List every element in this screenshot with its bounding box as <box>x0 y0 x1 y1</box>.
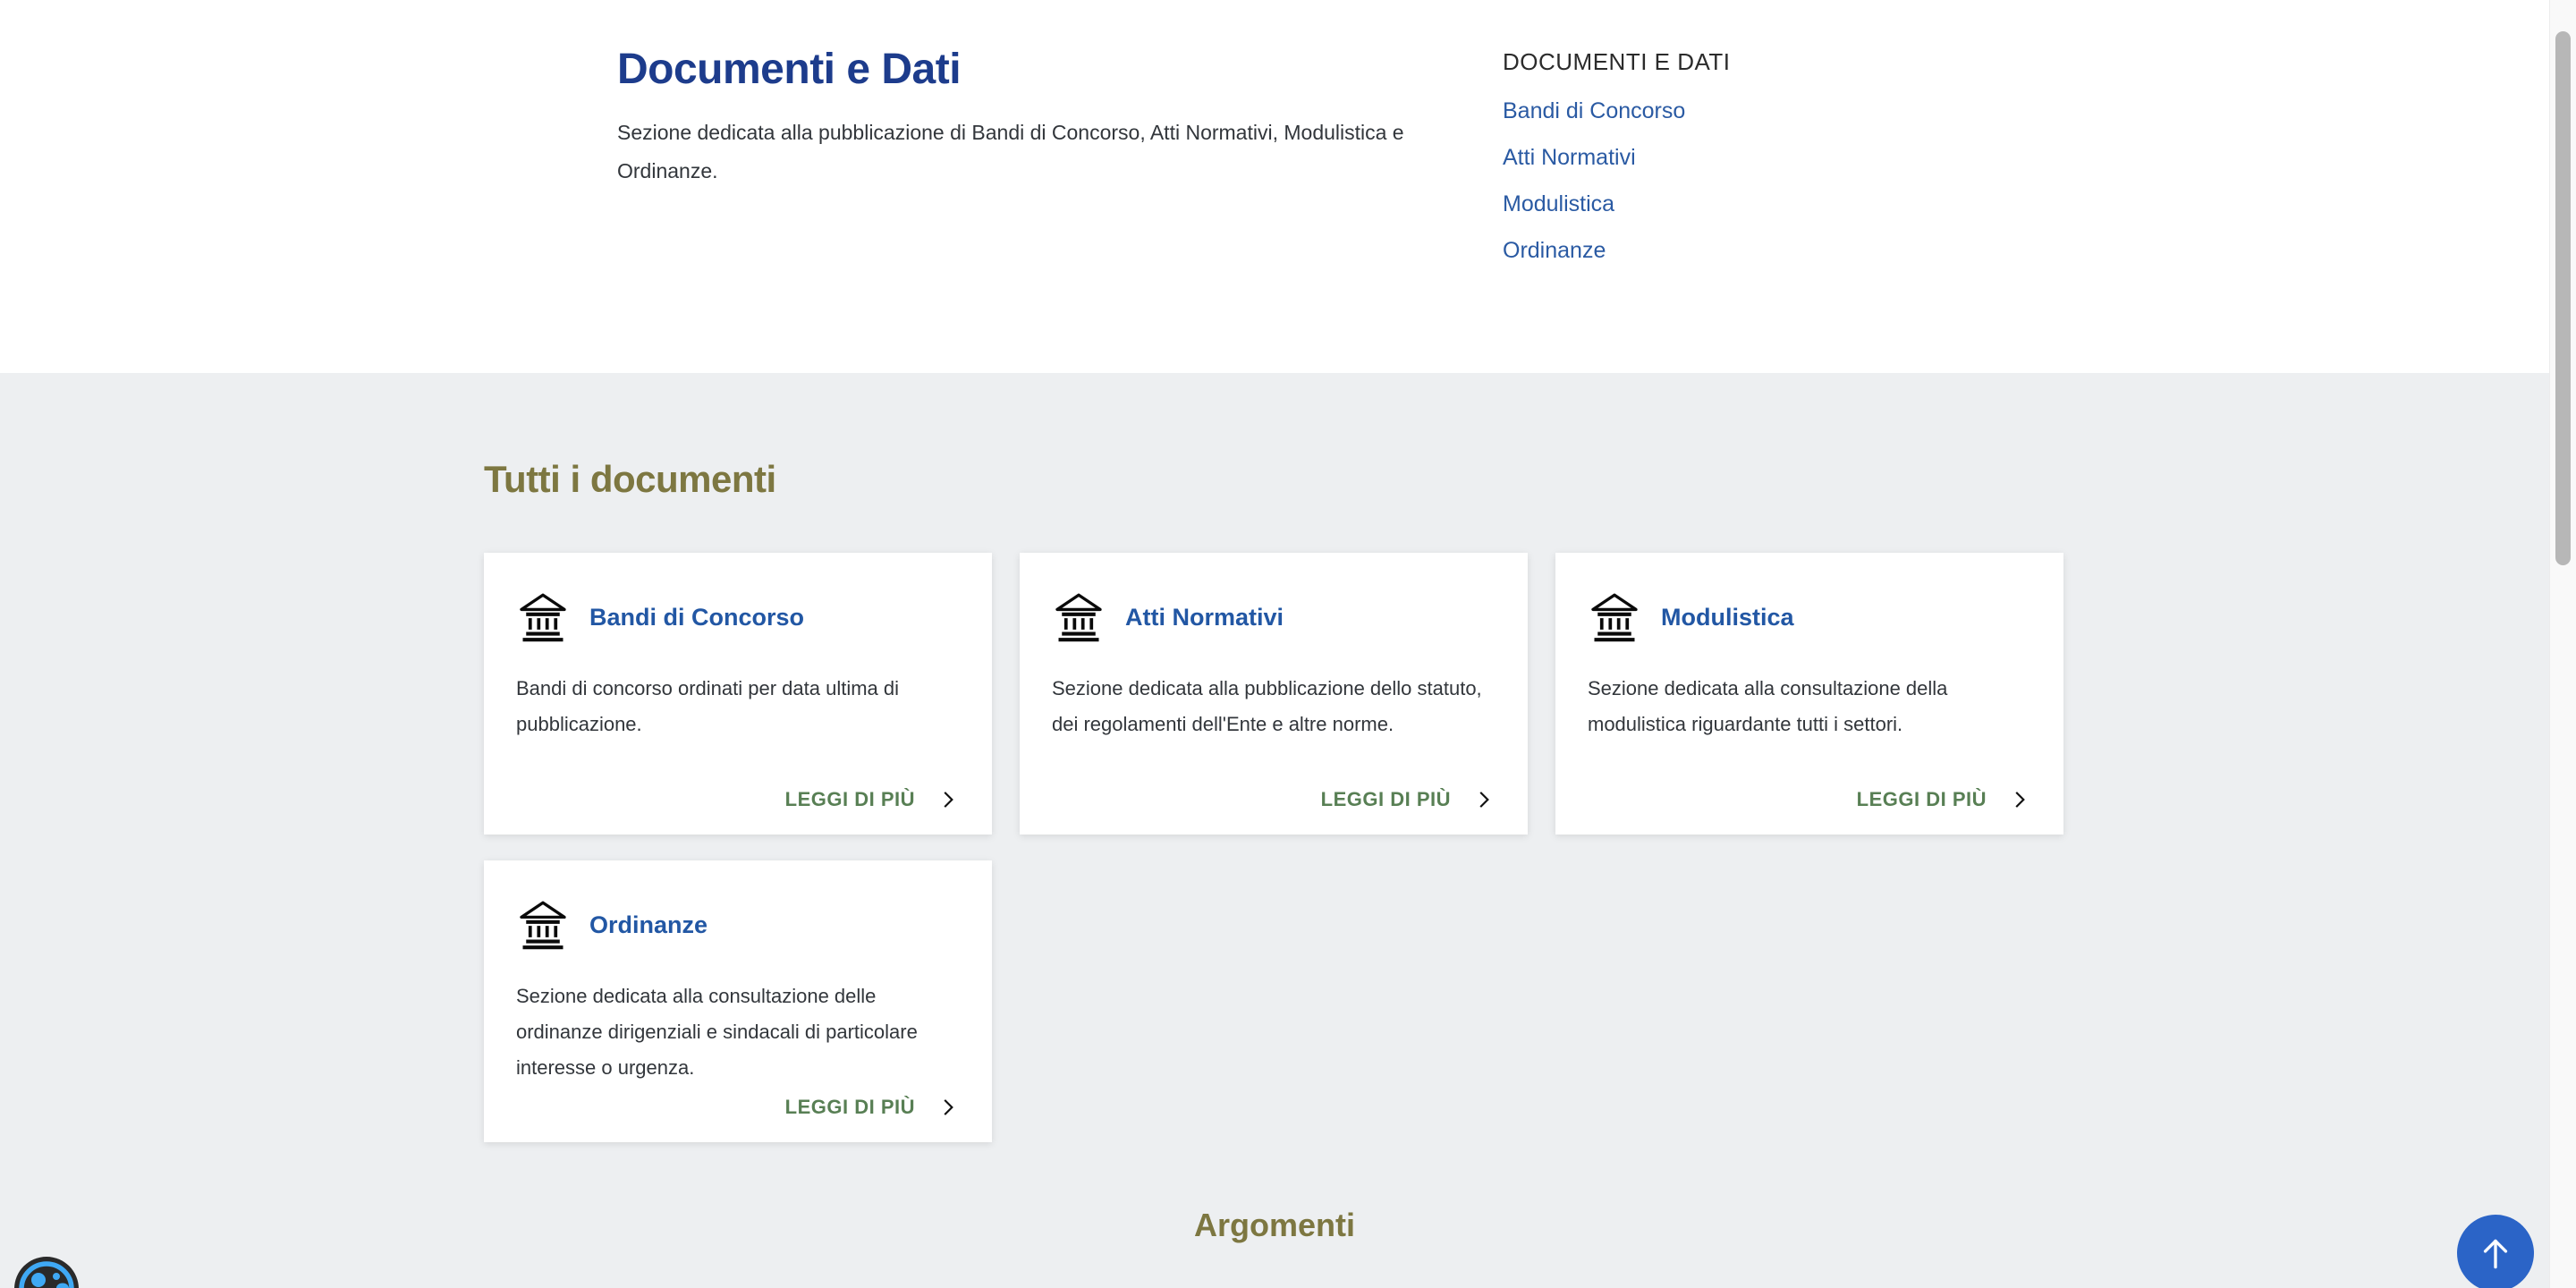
read-more-label: LEGGI DI PIÙ <box>785 1096 915 1119</box>
card-description: Sezione dedicata alla consultazione dell… <box>1588 671 2031 742</box>
chevron-right-icon <box>936 788 960 811</box>
card-description: Sezione dedicata alla pubblicazione dell… <box>1052 671 1496 742</box>
card-description: Sezione dedicata alla consultazione dell… <box>516 979 960 1086</box>
index-heading: DOCUMENTI E DATI <box>1503 48 2004 76</box>
card-modulistica: Modulistica Sezione dedicata alla consul… <box>1555 553 2063 835</box>
hero-section: Documenti e Dati Sezione dedicata alla p… <box>0 0 2549 373</box>
card-description: Bandi di concorso ordinati per data ulti… <box>516 671 960 742</box>
card-title[interactable]: Modulistica <box>1661 604 1794 631</box>
page-title: Documenti e Dati <box>617 45 1476 94</box>
card-atti-normativi: Atti Normativi Sezione dedicata alla pub… <box>1020 553 1528 835</box>
content-area: Documenti e Dati Sezione dedicata alla p… <box>0 0 2549 1288</box>
read-more-label: LEGGI DI PIÙ <box>1321 788 1451 811</box>
index-link-ordinanze[interactable]: Ordinanze <box>1503 239 2004 263</box>
index-link-atti-normativi[interactable]: Atti Normativi <box>1503 146 2004 170</box>
index-link-bandi-di-concorso[interactable]: Bandi di Concorso <box>1503 99 2004 123</box>
scrollbar-track[interactable] <box>2549 0 2576 1288</box>
card-title[interactable]: Atti Normativi <box>1125 604 1284 631</box>
bank-icon <box>516 590 570 644</box>
card-title[interactable]: Ordinanze <box>589 911 708 939</box>
chevron-right-icon <box>1472 788 1496 811</box>
card-ordinanze: Ordinanze Sezione dedicata alla consulta… <box>484 860 992 1142</box>
chevron-right-icon <box>936 1096 960 1119</box>
card-title[interactable]: Bandi di Concorso <box>589 604 804 631</box>
page: Documenti e Dati Sezione dedicata alla p… <box>0 0 2576 1288</box>
read-more-link[interactable]: LEGGI DI PIÙ <box>1321 788 1496 811</box>
cards-grid: Bandi di Concorso Bandi di concorso ordi… <box>484 553 2065 1142</box>
read-more-link[interactable]: LEGGI DI PIÙ <box>1857 788 2031 811</box>
section-index-nav: DOCUMENTI E DATI Bandi di Concorso Atti … <box>1503 45 2004 285</box>
chevron-right-icon <box>2008 788 2031 811</box>
accessibility-widget-icon[interactable] <box>12 1254 81 1288</box>
bank-icon <box>1052 590 1106 644</box>
read-more-link[interactable]: LEGGI DI PIÙ <box>785 1096 960 1119</box>
scroll-to-top-button[interactable] <box>2457 1215 2534 1288</box>
index-link-modulistica[interactable]: Modulistica <box>1503 192 2004 216</box>
read-more-label: LEGGI DI PIÙ <box>785 788 915 811</box>
read-more-link[interactable]: LEGGI DI PIÙ <box>785 788 960 811</box>
card-bandi-di-concorso: Bandi di Concorso Bandi di concorso ordi… <box>484 553 992 835</box>
page-description: Sezione dedicata alla pubblicazione di B… <box>617 114 1476 191</box>
arrow-up-icon <box>2473 1231 2518 1275</box>
scrollbar-thumb[interactable] <box>2555 31 2571 565</box>
documents-section: Tutti i documenti <box>0 373 2549 1288</box>
read-more-label: LEGGI DI PIÙ <box>1857 788 1987 811</box>
topics-heading: Argomenti <box>484 1207 2065 1244</box>
documents-heading: Tutti i documenti <box>484 458 2065 501</box>
bank-icon <box>516 898 570 952</box>
bank-icon <box>1588 590 1641 644</box>
